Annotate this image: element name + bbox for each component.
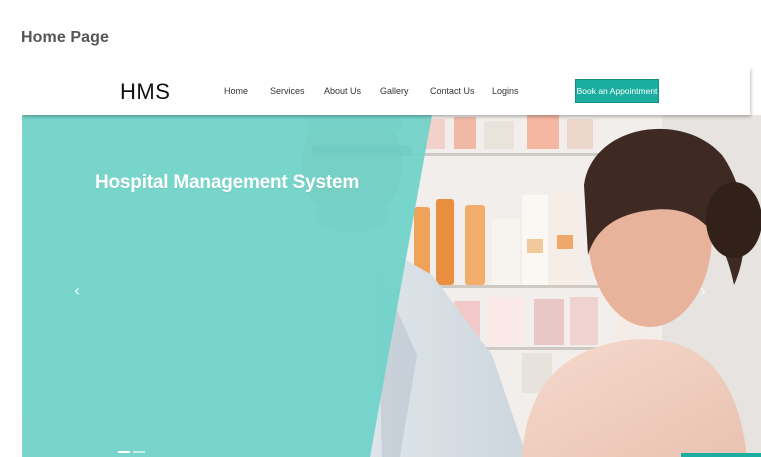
carousel-indicator[interactable]	[118, 451, 130, 453]
nav-link-contact-us[interactable]: Contact Us	[430, 86, 475, 96]
nav-link-services[interactable]: Services	[270, 86, 305, 96]
nav-link-home[interactable]: Home	[224, 86, 248, 96]
website-preview: HMS Home Services About Us Gallery Conta…	[22, 67, 761, 457]
scroll-top-bar[interactable]	[681, 453, 761, 457]
hero-carousel: Hospital Management System ‹ ›	[22, 115, 761, 457]
carousel-prev-button[interactable]: ‹	[69, 281, 85, 301]
hero-background-image	[22, 115, 761, 457]
page-heading: Home Page	[21, 29, 110, 46]
brand-logo[interactable]: HMS	[120, 79, 170, 105]
carousel-indicators	[118, 451, 145, 453]
chevron-left-icon: ‹	[73, 281, 81, 300]
nav-link-about-us[interactable]: About Us	[324, 86, 361, 96]
nav-link-logins[interactable]: Logins	[492, 86, 519, 96]
chevron-right-icon: ›	[699, 281, 707, 300]
top-navbar: HMS Home Services About Us Gallery Conta…	[22, 67, 750, 115]
carousel-next-button[interactable]: ›	[695, 281, 711, 301]
carousel-indicator[interactable]	[133, 451, 145, 453]
nav-link-gallery[interactable]: Gallery	[380, 86, 409, 96]
hero-title: Hospital Management System	[95, 172, 360, 193]
book-appointment-button[interactable]: Book an Appointment	[575, 79, 659, 103]
